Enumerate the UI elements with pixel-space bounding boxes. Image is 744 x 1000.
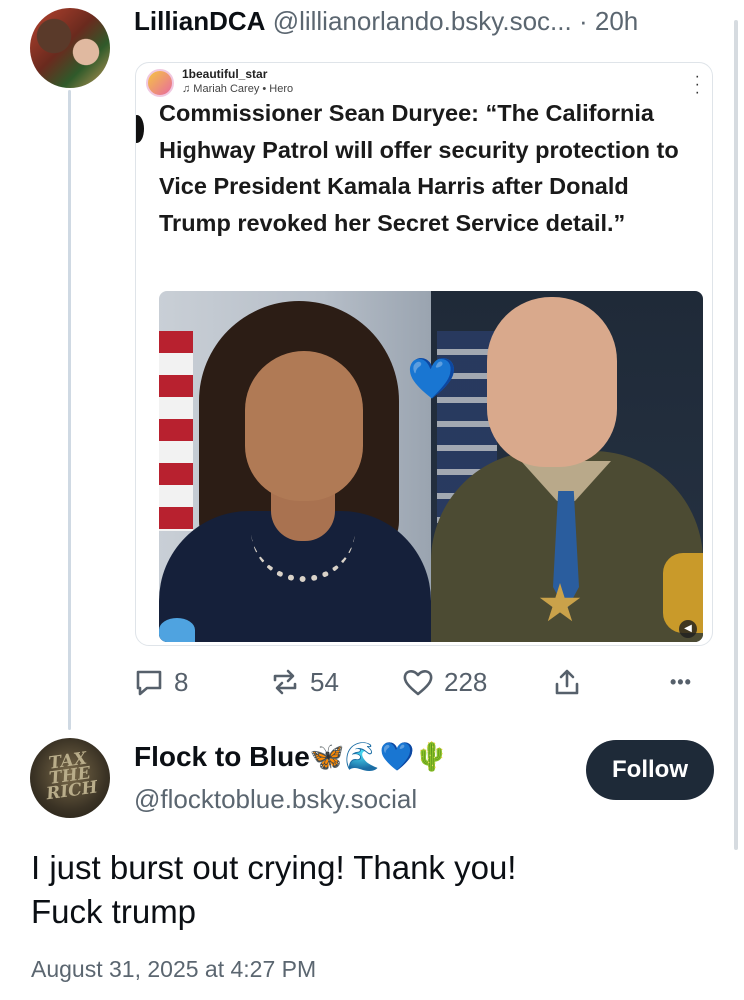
embed-author-name: 1beautiful_star — [182, 67, 268, 81]
scrollbar[interactable] — [734, 20, 738, 850]
watermark-icon — [159, 618, 195, 642]
post-actions: 8 54 228 ••• — [134, 662, 714, 702]
name-emojis: 🦋🌊💙🌵 — [309, 741, 450, 772]
reply-timestamp[interactable]: August 31, 2025 at 4:27 PM — [31, 956, 316, 983]
embed-edge-mark — [136, 115, 144, 143]
repost-button[interactable]: 54 — [270, 662, 339, 702]
like-count: 228 — [444, 666, 488, 697]
header-separator: · — [578, 6, 588, 36]
post-header: LillianDCA @lillianorlando.bsky.soc... ·… — [134, 6, 638, 37]
reply-text-line-2: Fuck trump — [31, 893, 197, 930]
photo-left-portrait — [159, 291, 431, 642]
author-avatar[interactable] — [30, 8, 110, 88]
share-icon — [555, 669, 579, 695]
reply-text-line-1: I just burst out crying! Thank you! — [31, 849, 517, 886]
comment-icon — [136, 670, 162, 696]
speaker-icon[interactable]: ◀ — [679, 620, 697, 638]
reply-author-display-name: Flock to Blue — [134, 741, 310, 772]
repost-icon — [273, 669, 297, 695]
follow-button[interactable]: Follow — [586, 740, 714, 800]
blue-heart-icon: 💙 — [407, 357, 457, 401]
reply-author-avatar[interactable]: TAX THE RICH — [30, 738, 110, 818]
author-display-name[interactable]: LillianDCA — [134, 6, 265, 36]
avatar-text: TAX THE RICH — [45, 748, 100, 805]
reply-button[interactable]: 8 — [134, 662, 188, 702]
reply-author-handle[interactable]: @flocktoblue.bsky.social — [134, 784, 417, 815]
embed-author-avatar — [146, 69, 174, 97]
more-options-button[interactable]: ••• — [670, 662, 692, 702]
reply-author-name-row[interactable]: Flock to Blue🦋🌊💙🌵 — [134, 740, 449, 773]
heart-icon — [403, 670, 433, 696]
repost-count: 54 — [310, 666, 339, 697]
embed-headline: Commissioner Sean Duryee: “The Californi… — [159, 100, 679, 236]
reply-body: I just burst out crying! Thank you! Fuck… — [31, 846, 516, 934]
thread-line — [68, 90, 71, 730]
embedded-media-card[interactable]: 1beautiful_star ♫ Mariah Carey • Hero · ·… — [135, 62, 713, 646]
like-button[interactable]: 228 — [402, 662, 487, 702]
photo-right-portrait — [431, 291, 703, 642]
embed-photo[interactable]: 💙 ◀ — [159, 291, 703, 642]
share-button[interactable] — [552, 662, 582, 702]
reply-count: 8 — [174, 666, 189, 697]
kebab-menu-icon: · · · — [694, 68, 700, 101]
author-handle[interactable]: @lillianorlando.bsky.soc... — [273, 6, 572, 36]
more-dots-icon: ••• — [670, 671, 692, 692]
embed-music-label: ♫ Mariah Carey • Hero — [182, 83, 294, 95]
post-time[interactable]: 20h — [595, 6, 638, 36]
